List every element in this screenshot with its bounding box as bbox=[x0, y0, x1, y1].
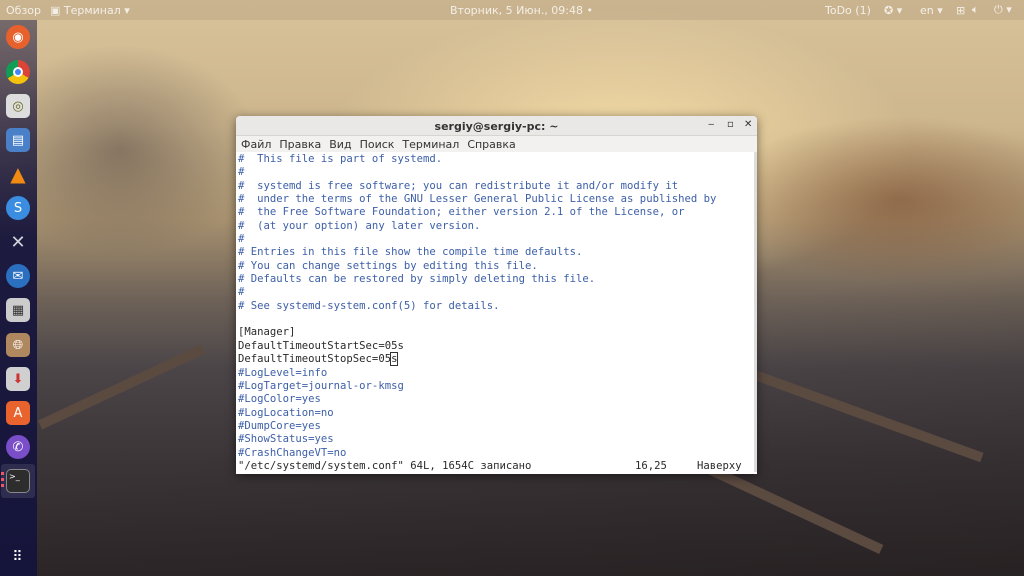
close-button[interactable]: ✕ bbox=[744, 119, 752, 130]
calculator-icon[interactable]: ▦ bbox=[6, 298, 30, 322]
menu-terminal[interactable]: Терминал bbox=[402, 138, 459, 151]
line-text: # bbox=[238, 166, 245, 179]
line-text: #DumpCore=yes bbox=[238, 419, 321, 432]
menu-edit[interactable]: Правка bbox=[279, 138, 321, 151]
menu-help[interactable]: Справка bbox=[467, 138, 515, 151]
clock[interactable]: Вторник, 5 Июн., 09:48 • bbox=[450, 4, 593, 17]
archive-manager-icon[interactable]: 🌐︎ bbox=[6, 333, 30, 357]
top-bar: Обзор ▣ Терминал ▾ Вторник, 5 Июн., 09:4… bbox=[0, 0, 1024, 20]
installer-icon[interactable]: ⬇ bbox=[6, 367, 30, 391]
viber-icon[interactable]: ✆ bbox=[6, 435, 30, 459]
vlc-icon[interactable]: ▲ bbox=[6, 162, 30, 186]
editor-line: [Manager] bbox=[236, 326, 756, 339]
scroll-position: Наверху bbox=[697, 459, 742, 472]
line-text: # (at your option) any later version. bbox=[238, 219, 481, 232]
line-text: #ShowStatus=yes bbox=[238, 433, 334, 446]
show-apps-icon[interactable]: ⠿ bbox=[6, 545, 30, 569]
editor-line: # bbox=[236, 233, 756, 246]
activities-button[interactable]: Обзор bbox=[6, 4, 41, 17]
dock: ◉ ◎ ▤ ▲ S ✕ ✉ ▦ 🌐︎ ⬇ A ✆ >_ ⠿ bbox=[0, 20, 37, 576]
line-text: # Defaults can be restored by simply del… bbox=[238, 273, 596, 286]
maximize-button[interactable]: ▫ bbox=[727, 119, 734, 130]
line-text: [Manager] bbox=[238, 326, 296, 339]
terminal-window: sergiy@sergiy-pc: ~ ‒ ▫ ✕ Файл Правка Ви… bbox=[236, 116, 757, 474]
files-cabinet-icon[interactable]: ▤ bbox=[6, 128, 30, 152]
editor-line: # You can change settings by editing thi… bbox=[236, 260, 756, 273]
editor-line: #LogLevel=info bbox=[236, 367, 756, 380]
text-cursor: s bbox=[390, 352, 399, 367]
menu-bar: Файл Правка Вид Поиск Терминал Справка bbox=[236, 136, 757, 152]
app-menu-label: Терминал bbox=[63, 3, 121, 17]
line-text: #LogLevel=info bbox=[238, 366, 328, 379]
window-title: sergiy@sergiy-pc: ~ bbox=[434, 120, 559, 133]
power-icon[interactable]: ⏻ ▾ bbox=[994, 3, 1012, 17]
line-text: # the Free Software Foundation; either v… bbox=[238, 206, 685, 219]
line-text: # See systemd-system.conf(5) for details… bbox=[238, 299, 500, 312]
line-text: #LogLocation=no bbox=[238, 406, 334, 419]
menu-file[interactable]: Файл bbox=[241, 138, 271, 151]
chrome-icon[interactable] bbox=[6, 60, 30, 84]
thunderbird-icon[interactable]: ✉ bbox=[6, 264, 30, 288]
editor-line: #LogTarget=journal-or-kmsg bbox=[236, 380, 756, 393]
line-text: #CrashChangeVT=no bbox=[238, 446, 347, 459]
firefox-icon[interactable]: ◉ bbox=[6, 25, 30, 49]
line-text: #LogColor=yes bbox=[238, 393, 321, 406]
language-indicator[interactable]: en ▾ bbox=[920, 4, 943, 17]
editor-line: DefaultTimeoutStopSec=05s bbox=[236, 352, 756, 367]
line-text: # You can change settings by editing thi… bbox=[238, 259, 538, 272]
menu-search[interactable]: Поиск bbox=[360, 138, 395, 151]
scrollbar[interactable] bbox=[754, 152, 757, 472]
editor-line: #LogLocation=no bbox=[236, 407, 756, 420]
software-center-icon[interactable]: A bbox=[6, 401, 30, 425]
editor-line: # bbox=[236, 166, 756, 179]
editor-line: # under the terms of the GNU Lesser Gene… bbox=[236, 193, 756, 206]
line-text: # under the terms of the GNU Lesser Gene… bbox=[238, 193, 717, 206]
network-icon[interactable]: ⊞ bbox=[956, 4, 965, 17]
clock-label: Вторник, 5 Июн., 09:48 bbox=[450, 3, 584, 17]
accessibility-icon[interactable]: ✪ ▾ bbox=[884, 4, 902, 17]
editor-line: # See systemd-system.conf(5) for details… bbox=[236, 300, 756, 313]
menu-view[interactable]: Вид bbox=[329, 138, 351, 151]
editor-line: # systemd is free software; you can redi… bbox=[236, 180, 756, 193]
running-indicator bbox=[1, 472, 4, 488]
editor-line: # Defaults can be restored by simply del… bbox=[236, 273, 756, 286]
volume-icon[interactable]: 🔈︎ bbox=[972, 3, 979, 17]
line-text: # This file is part of systemd. bbox=[238, 153, 443, 165]
editor-line: #CrashChangeVT=no bbox=[236, 447, 756, 460]
line-text: # systemd is free software; you can redi… bbox=[238, 179, 679, 192]
app-menu[interactable]: ▣ Терминал ▾ bbox=[50, 4, 130, 17]
editor-line: #ShowStatus=yes bbox=[236, 433, 756, 446]
status-message: "/etc/systemd/system.conf" 64L, 1654C за… bbox=[238, 459, 532, 472]
editor-line: # Entries in this file show the compile … bbox=[236, 246, 756, 259]
line-text: # Entries in this file show the compile … bbox=[238, 246, 583, 259]
language-label: en bbox=[920, 3, 934, 17]
line-text: DefaultTimeoutStopSec=05 bbox=[238, 353, 392, 366]
vim-status-line: "/etc/systemd/system.conf" 64L, 1654C за… bbox=[236, 460, 756, 473]
title-bar[interactable]: sergiy@sergiy-pc: ~ ‒ ▫ ✕ bbox=[236, 116, 757, 136]
editor-line: #LogColor=yes bbox=[236, 393, 756, 406]
cursor-position: 16,25 bbox=[635, 459, 667, 472]
system-tools-icon[interactable]: ✕ bbox=[6, 230, 30, 254]
rhythmbox-icon[interactable]: ◎ bbox=[6, 94, 30, 118]
editor-line: #DumpCore=yes bbox=[236, 420, 756, 433]
editor-line: DefaultTimeoutStartSec=05s bbox=[236, 340, 756, 353]
line-text: DefaultTimeoutStartSec=05s bbox=[238, 339, 404, 352]
line-text: #LogTarget=journal-or-kmsg bbox=[238, 379, 404, 392]
todo-indicator[interactable]: ToDo (1) bbox=[825, 4, 871, 17]
editor-line: # bbox=[236, 286, 756, 299]
line-text: # bbox=[238, 233, 245, 246]
terminal-icon[interactable]: >_ bbox=[6, 469, 30, 493]
editor-line: # This file is part of systemd. bbox=[236, 153, 756, 166]
editor-line: # the Free Software Foundation; either v… bbox=[236, 206, 756, 219]
terminal-content[interactable]: # This file is part of systemd. # # system… bbox=[236, 152, 756, 474]
editor-line: # (at your option) any later version. bbox=[236, 220, 756, 233]
line-text: # bbox=[238, 286, 245, 299]
simplenote-icon[interactable]: S bbox=[6, 196, 30, 220]
minimize-button[interactable]: ‒ bbox=[708, 119, 714, 130]
